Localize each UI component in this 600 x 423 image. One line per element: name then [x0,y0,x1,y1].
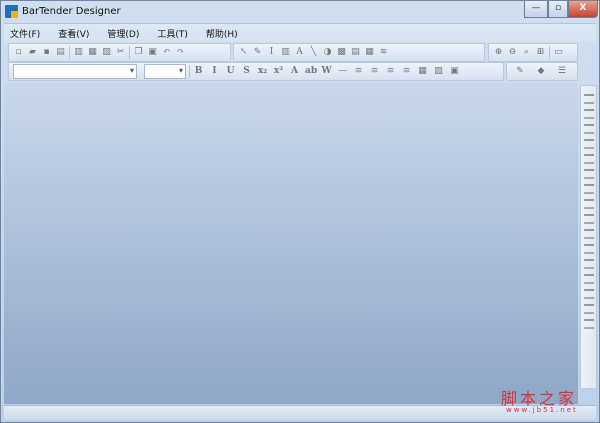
maximize-button[interactable]: ▫ [548,1,568,18]
app-window: BarTender Designer — ▫ X 文件(F) 查看(V) 管理(D)… [0,0,600,423]
database-icon[interactable]: ▥ [73,47,84,58]
menu-bar: 文件(F) 查看(V) 管理(D) 工具(T) 帮助(H) [4,23,596,42]
line-color-icon[interactable]: ✎ [511,66,529,77]
align-right-icon[interactable]: ≡ [385,66,396,77]
barcode-icon[interactable]: ▥ [280,47,291,58]
watermark-url: www.jb51.net [506,406,578,414]
line-style-icon[interactable]: ☰ [553,66,571,77]
font-size-select[interactable] [144,64,186,79]
align-object-icon[interactable] [583,184,594,194]
align-object-icon[interactable] [583,94,594,104]
zoom-toolbar: ⊕ ⊖ ⌕ ⊞ ▭ [488,43,578,62]
new-icon[interactable]: ▫ [13,47,24,58]
alignment-toolbar [580,85,597,389]
strikethrough-button[interactable]: S [241,66,252,77]
menu-view[interactable]: 查看(V) [52,24,95,43]
separator [69,46,70,59]
close-button[interactable]: X [568,1,598,18]
save-icon[interactable]: ▪ [41,47,52,58]
align-object-icon[interactable] [583,274,594,284]
align-object-icon[interactable] [583,289,594,299]
fit-icon[interactable]: ▦ [417,66,428,77]
align-left-icon[interactable]: ≡ [353,66,364,77]
standard-toolbar: ▫ ▰ ▪ ▤ ▥ ▦ ▧ ✂ ❐ ▣ ↶ ↷ [8,43,231,62]
align-object-icon[interactable] [583,199,594,209]
align-object-icon[interactable] [583,139,594,149]
select-icon[interactable]: ↖ [238,47,249,58]
undo-icon[interactable]: ↶ [161,47,172,58]
align-object-icon[interactable] [583,169,594,179]
align-object-icon[interactable] [583,229,594,239]
picture-icon[interactable]: ▩ [336,47,347,58]
menu-file[interactable]: 文件(F) [4,24,46,43]
grid-icon[interactable]: ▦ [364,47,375,58]
table-icon[interactable]: ▤ [350,47,361,58]
menu-help[interactable]: 帮助(H) [200,24,244,43]
zoom-out-icon[interactable]: ⊖ [507,47,518,58]
shape-icon[interactable]: ◑ [322,47,333,58]
italic-button[interactable]: I [209,66,220,77]
word-wrap-button[interactable]: W [321,66,332,77]
ruler-icon[interactable]: ▭ [553,47,564,58]
menu-tools[interactable]: 工具(T) [151,24,194,43]
print-preview-icon[interactable]: ▧ [101,47,112,58]
subscript-button[interactable]: x₂ [257,66,268,77]
minimize-button[interactable]: — [524,1,548,18]
eyedropper-icon[interactable]: ✎ [252,47,263,58]
highlight-button[interactable]: ab [305,66,317,77]
align-center-icon[interactable]: ≡ [369,66,380,77]
line-icon[interactable]: ╲ [308,47,319,58]
copy-icon[interactable]: ❐ [133,47,144,58]
text-icon[interactable]: A [294,47,305,58]
underline-button[interactable]: U [225,66,236,77]
design-canvas[interactable] [4,83,578,404]
align-none-icon[interactable]: — [337,66,348,77]
paste-icon[interactable]: ▣ [147,47,158,58]
title-bar: BarTender Designer — ▫ X [1,1,599,23]
font-name-select[interactable] [13,64,137,79]
align-object-icon[interactable] [583,244,594,254]
separator [129,46,130,59]
text-cursor-icon[interactable]: I [266,47,277,58]
open-icon[interactable]: ▰ [27,47,38,58]
justify-icon[interactable]: ≡ [401,66,412,77]
zoom-in-icon[interactable]: ⊕ [493,47,504,58]
align-object-icon[interactable] [583,109,594,119]
align-object-icon[interactable] [583,214,594,224]
align-object-icon[interactable] [583,154,594,164]
separator [189,65,190,78]
window-title: BarTender Designer [22,6,121,17]
redo-icon[interactable]: ↷ [175,47,186,58]
page-setup-icon[interactable]: ▤ [55,47,66,58]
cut-icon[interactable]: ✂ [115,47,126,58]
print-icon[interactable]: ▦ [87,47,98,58]
align-object-icon[interactable] [583,124,594,134]
menu-manage[interactable]: 管理(D) [101,24,145,43]
color-toolbar: ✎ ◆ ☰ [506,62,578,81]
border-icon[interactable]: ▣ [449,66,460,77]
format-toolbar: BIUSx₂ x² Aab W — ≡ ≡ ≡ ≡ ▦ ▨ ▣ [8,62,504,81]
zoom-fit-icon[interactable]: ⌕ [521,47,532,58]
superscript-button[interactable]: x² [273,66,284,77]
rotate-icon[interactable]: ▨ [433,66,444,77]
separator [549,46,550,59]
align-object-icon[interactable] [583,304,594,314]
font-color-button[interactable]: A [289,66,300,77]
fill-color-icon[interactable]: ◆ [532,66,550,77]
align-object-icon[interactable] [583,259,594,269]
bartender-logo-icon [5,5,18,18]
rfid-icon[interactable]: ≋ [378,47,389,58]
zoom-page-icon[interactable]: ⊞ [535,47,546,58]
objects-toolbar: ↖ ✎ I ▥ A ╲ ◑ ▩ ▤ ▦ ≋ [233,43,485,62]
bold-button[interactable]: B [193,66,204,77]
align-object-icon[interactable] [583,319,594,329]
